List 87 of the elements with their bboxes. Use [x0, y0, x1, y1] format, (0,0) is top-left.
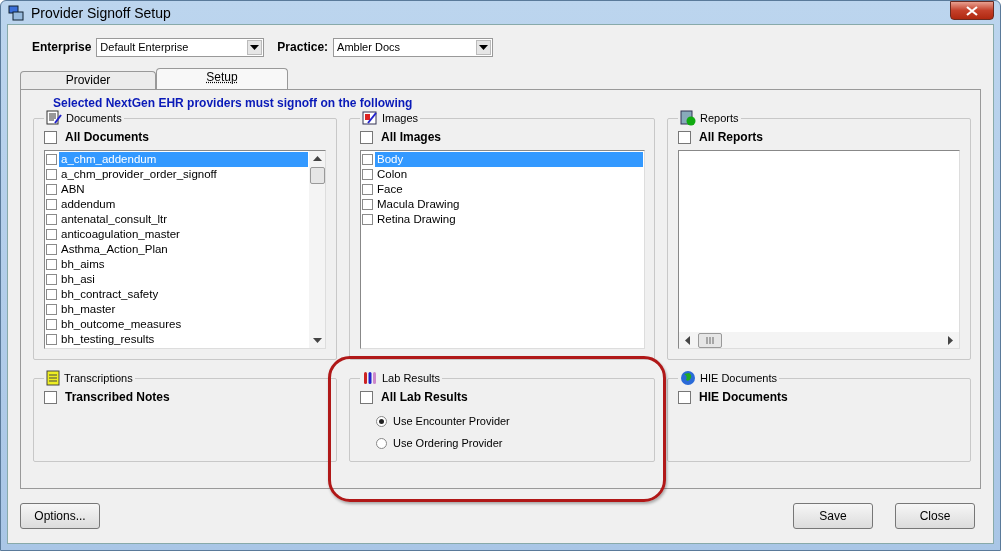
checkbox[interactable] [46, 229, 57, 240]
dropdown-arrow-icon [250, 44, 260, 50]
checkbox[interactable] [46, 289, 57, 300]
image-icon [362, 110, 378, 126]
enterprise-dropdown[interactable]: Default Enterprise [96, 37, 265, 57]
checkbox-label: All Documents [65, 130, 149, 144]
checkbox[interactable] [44, 130, 57, 144]
list-item[interactable]: addendum [59, 197, 308, 212]
list-item[interactable]: a_chm_provider_order_signoff [59, 167, 308, 182]
radio-label: Use Ordering Provider [393, 437, 503, 449]
radio-button[interactable] [376, 437, 387, 449]
globe-icon [680, 370, 696, 386]
checkbox[interactable] [360, 390, 373, 404]
scroll-right-icon [948, 335, 953, 345]
radio-label: Use Encounter Provider [393, 415, 510, 427]
heading-text: Selected NextGen EHR providers must signoff on the following [52, 96, 414, 110]
list-item[interactable]: Asthma_Action_Plan [59, 242, 308, 257]
scroll-left-icon [685, 335, 690, 345]
group-title: Images [382, 112, 419, 124]
group-title: Reports [700, 112, 739, 124]
list-item[interactable]: Macula Drawing [375, 197, 643, 212]
scroll-up-icon [312, 156, 322, 161]
list-item[interactable]: bh_outcome_measures [59, 317, 308, 332]
dropdown-arrow-icon [479, 44, 489, 50]
close-icon [966, 5, 978, 16]
list-item[interactable]: antenatal_consult_ltr [59, 212, 308, 227]
window-icon [8, 4, 24, 21]
save-button[interactable]: Save [793, 503, 873, 529]
group-title: Transcriptions [64, 372, 133, 384]
options-button[interactable]: Options... [20, 503, 100, 529]
checkbox[interactable] [678, 130, 691, 144]
checkbox-label: All Reports [699, 130, 763, 144]
checkbox[interactable] [46, 304, 57, 315]
list-item[interactable]: anticoagulation_master [59, 227, 308, 242]
checkbox[interactable] [46, 244, 57, 255]
checkbox[interactable] [46, 154, 57, 165]
radio-button[interactable] [376, 415, 387, 427]
list-item[interactable]: ABN [59, 182, 308, 197]
field-label: Practice: [277, 40, 329, 54]
scroll-thumb[interactable] [698, 332, 722, 348]
scroll-thumb[interactable] [309, 167, 325, 184]
list-item[interactable]: bh_aims [59, 257, 308, 272]
checkbox[interactable] [44, 390, 57, 404]
checkbox[interactable] [360, 130, 373, 144]
tab[interactable]: Provider [20, 71, 156, 89]
vertical-scrollbar[interactable] [309, 151, 325, 348]
checkbox[interactable] [46, 259, 57, 270]
checkbox[interactable] [46, 214, 57, 225]
checkbox[interactable] [46, 184, 57, 195]
checkbox-label: All Lab Results [381, 390, 468, 404]
checkbox[interactable] [46, 169, 57, 180]
list-item[interactable]: bh_contract_safety [59, 287, 308, 302]
field-label: Enterprise [32, 40, 92, 54]
checkbox[interactable] [362, 199, 373, 210]
checkbox[interactable] [46, 274, 57, 285]
list-item[interactable]: Face [375, 182, 643, 197]
checkbox-label: Transcribed Notes [65, 390, 170, 404]
checkbox-label: All Images [381, 130, 442, 144]
grip-icon [706, 336, 714, 344]
checkbox[interactable] [362, 169, 373, 180]
group-title: Documents [66, 112, 122, 124]
checkbox[interactable] [362, 154, 373, 165]
close-dialog-button[interactable]: Close [895, 503, 975, 529]
notepad-icon [46, 370, 60, 386]
checkbox[interactable] [678, 390, 691, 404]
window-title: Provider Signoff Setup [31, 4, 171, 21]
checkbox[interactable] [362, 214, 373, 225]
checkbox[interactable] [46, 319, 57, 330]
group-title: HIE Documents [700, 372, 778, 384]
list-item[interactable]: Colon [375, 167, 643, 182]
close-button[interactable] [950, 1, 994, 20]
checkbox[interactable] [46, 199, 57, 210]
document-icon [46, 110, 62, 126]
group-title: Lab Results [382, 372, 441, 384]
list-item[interactable]: bh_asi [59, 272, 308, 287]
horizontal-scrollbar[interactable] [679, 332, 959, 348]
tab[interactable]: Setup [156, 68, 288, 89]
list-item[interactable]: bh_testing_results [59, 332, 308, 347]
checkbox[interactable] [362, 184, 373, 195]
scroll-down-icon [312, 338, 322, 343]
report-icon [680, 110, 696, 126]
list-item[interactable]: bh_master [59, 302, 308, 317]
list-item[interactable]: Retina Drawing [375, 212, 643, 227]
checkbox-label: HIE Documents [699, 390, 788, 404]
checkbox[interactable] [46, 334, 57, 345]
test-tubes-icon [362, 370, 378, 386]
practice-dropdown[interactable]: Ambler Docs [333, 37, 494, 57]
